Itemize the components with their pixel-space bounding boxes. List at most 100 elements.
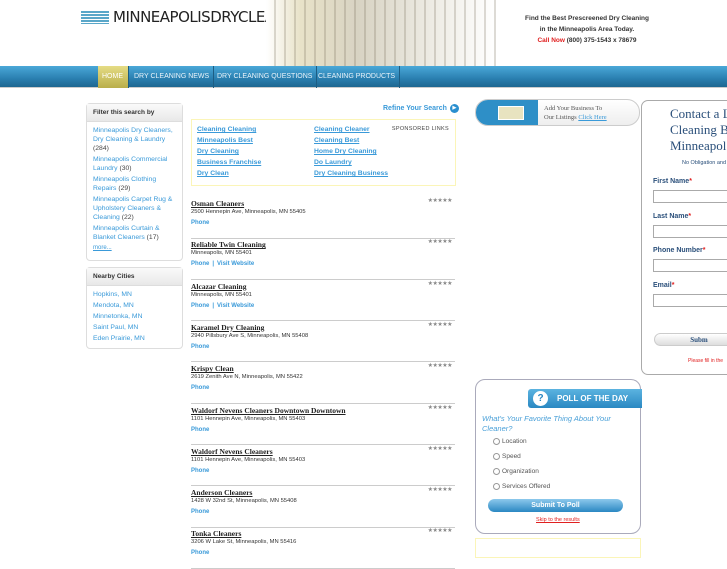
filter-count: (17) bbox=[146, 234, 159, 241]
rating-stars: ★★★★★ bbox=[427, 239, 453, 246]
radio-button[interactable] bbox=[493, 438, 500, 445]
listing-links: Phone bbox=[191, 550, 209, 556]
nearby-city-link[interactable]: Saint Paul, MN bbox=[93, 323, 176, 332]
listing-item: Karamel Dry Cleaning 2940 Pillsbury Ave S… bbox=[191, 321, 455, 363]
filter-item[interactable]: Minneapolis Clothing Repairs (29) bbox=[93, 175, 176, 193]
nav-home[interactable]: HOME bbox=[98, 66, 129, 88]
sponsored-link[interactable]: Dry Clean bbox=[197, 170, 229, 177]
refine-search-link[interactable]: Refine Your Search ▶ bbox=[383, 104, 459, 113]
sponsored-link[interactable]: Dry Cleaning bbox=[197, 148, 239, 155]
listing-item: Waldorf Nevens Cleaners Downtown Downtow… bbox=[191, 404, 455, 445]
filter-item[interactable]: Minneapolis Commercial Laundry (30) bbox=[93, 155, 176, 173]
poll-header: ? POLL OF THE DAY bbox=[528, 389, 642, 408]
last-name-input[interactable] bbox=[653, 224, 727, 238]
more-link[interactable]: more... bbox=[93, 244, 176, 253]
phone-number-input[interactable] bbox=[653, 259, 727, 272]
radio-button[interactable] bbox=[493, 468, 500, 475]
sponsored-link[interactable]: Minneapolis Best bbox=[197, 137, 253, 144]
listing-item: Tonka Cleaners 3206 W Lake St, Minneapoli… bbox=[191, 527, 455, 569]
add-business-banner[interactable]: Add Your Business To Our Listings Click H… bbox=[475, 99, 640, 126]
sponsored-link[interactable]: Do Laundry bbox=[314, 159, 352, 166]
nearby-city-link[interactable]: Mendota, MN bbox=[93, 301, 176, 310]
listing-name[interactable]: Krispy Clean bbox=[191, 364, 234, 373]
skip-results-link[interactable]: Skip to the results bbox=[536, 517, 580, 523]
nearby-cities-box: Nearby Cities Hopkins, MN Mendota, MN Minn… bbox=[86, 267, 183, 349]
main-nav: HOME DRY CLEANING NEWS DRY CLEANING QUES… bbox=[0, 66, 727, 88]
header-tagline: Find the Best Prescreened Dry Cleaning i… bbox=[525, 15, 649, 44]
visit-website-link[interactable]: Visit Website bbox=[217, 303, 254, 309]
submit-button[interactable]: Subm bbox=[654, 333, 727, 346]
submit-poll-button[interactable]: Submit To Poll bbox=[488, 499, 623, 512]
listing-item: Krispy Clean 2619 Zenith Ave N, Minneapol… bbox=[191, 362, 455, 404]
nav-cleaning-products[interactable]: CLEANING PRODUCTS bbox=[314, 66, 401, 88]
listing-image bbox=[498, 106, 524, 120]
phone-link[interactable]: Phone bbox=[191, 220, 209, 226]
nearby-city-link[interactable]: Hopkins, MN bbox=[93, 290, 176, 299]
poll-option-label: Services Offered bbox=[502, 483, 551, 490]
phone-link[interactable]: Phone bbox=[191, 427, 209, 433]
sponsored-link[interactable]: Cleaning Best bbox=[314, 137, 359, 144]
poll-option[interactable]: Speed bbox=[493, 453, 521, 460]
listing-name[interactable]: Karamel Dry Cleaning bbox=[191, 323, 264, 332]
poll-option[interactable]: Location bbox=[493, 438, 527, 445]
poll-option-label: Location bbox=[502, 438, 527, 445]
field-label-text: First Name bbox=[653, 178, 690, 185]
required-mark: * bbox=[689, 178, 692, 185]
nav-dry-cleaning-questions[interactable]: DRY CLEANING QUESTIONS bbox=[213, 66, 318, 88]
listing-name[interactable]: Tonka Cleaners bbox=[191, 529, 241, 538]
email-input[interactable] bbox=[653, 293, 727, 307]
poll-question: What's Your Favorite Thing About Your Cl… bbox=[482, 414, 611, 433]
listing-item: Anderson Cleaners 1428 W 32nd St, Minneap… bbox=[191, 486, 455, 528]
listing-address: 1101 Hennepin Ave, Minneapolis, MN 55403 bbox=[191, 456, 306, 463]
phone-link[interactable]: Phone bbox=[191, 261, 209, 267]
rating-stars: ★★★★★ bbox=[427, 528, 453, 535]
filter-link[interactable]: Minneapolis Dry Cleaners, Dry Cleaning &… bbox=[93, 127, 173, 143]
sponsored-link[interactable]: Home Dry Cleaning bbox=[314, 148, 377, 155]
phone-link[interactable]: Phone bbox=[191, 468, 209, 474]
poll-option-label: Organization bbox=[502, 468, 539, 475]
separator: | bbox=[212, 302, 215, 309]
radio-button[interactable] bbox=[493, 453, 500, 460]
listing-name[interactable]: Waldorf Nevens Cleaners Downtown Downtow… bbox=[191, 406, 346, 415]
listing-name[interactable]: Reliable Twin Cleaning bbox=[191, 240, 266, 249]
listing-item: Alcazar Cleaning Minneapolis, MN 55401 ★★★… bbox=[191, 280, 455, 322]
sponsored-link[interactable]: Cleaning Cleaning bbox=[197, 126, 256, 133]
poll-option[interactable]: Services Offered bbox=[493, 483, 550, 490]
phone-link[interactable]: Phone bbox=[191, 550, 209, 556]
phone-link[interactable]: Phone bbox=[191, 303, 209, 309]
listing-address: 1428 W 32nd St, Minneapolis, MN 55408 bbox=[191, 498, 297, 505]
filter-count: (29) bbox=[118, 185, 131, 192]
first-name-input[interactable] bbox=[653, 190, 727, 203]
rating-stars: ★★★★★ bbox=[427, 280, 453, 287]
phone-link[interactable]: Phone bbox=[191, 509, 209, 515]
listing-address: Minneapolis, MN 55401 bbox=[191, 250, 252, 257]
listing-links: Phone bbox=[191, 344, 209, 350]
filter-box: Filter this search by Minneapolis Dry Cl… bbox=[86, 103, 183, 261]
visit-website-link[interactable]: Visit Website bbox=[217, 261, 254, 267]
listing-name[interactable]: Anderson Cleaners bbox=[191, 488, 252, 497]
nearby-city-link[interactable]: Minnetonka, MN bbox=[93, 312, 176, 321]
field-label: Email* bbox=[653, 282, 674, 289]
listing-name[interactable]: Alcazar Cleaning bbox=[191, 282, 246, 291]
poll-option[interactable]: Organization bbox=[493, 468, 539, 475]
radio-button[interactable] bbox=[493, 483, 500, 490]
phone-link[interactable]: Phone bbox=[191, 385, 209, 391]
nav-dry-cleaning-news[interactable]: DRY CLEANING NEWS bbox=[130, 66, 215, 88]
nearby-city-link[interactable]: Eden Prairie, MN bbox=[93, 334, 176, 343]
rating-stars: ★★★★★ bbox=[427, 198, 453, 204]
listing-item: Osman Cleaners 2500 Hennepin Ave, Minneap… bbox=[191, 197, 455, 239]
filter-item[interactable]: Minneapolis Curtain & Blanket Cleaners (… bbox=[93, 224, 176, 242]
filter-count: (30) bbox=[119, 165, 132, 172]
sponsored-link[interactable]: Dry Cleaning Business bbox=[314, 170, 388, 177]
filter-item[interactable]: Minneapolis Dry Cleaners, Dry Cleaning &… bbox=[93, 126, 176, 153]
sponsored-link[interactable]: Cleaning Cleaner bbox=[314, 126, 370, 133]
separator: | bbox=[212, 261, 215, 268]
filter-item[interactable]: Minneapolis Carpet Rug & Upholstery Clea… bbox=[93, 195, 176, 222]
click-here-link[interactable]: Click Here bbox=[578, 114, 606, 121]
phone-link[interactable]: Phone bbox=[191, 344, 209, 350]
listing-name[interactable]: Waldorf Nevens Cleaners bbox=[191, 447, 273, 456]
poll-option-label: Speed bbox=[502, 453, 521, 460]
listing-name[interactable]: Osman Cleaners bbox=[191, 199, 244, 208]
sponsored-link[interactable]: Business Franchise bbox=[197, 159, 261, 166]
rating-stars: ★★★★★ bbox=[427, 363, 453, 370]
